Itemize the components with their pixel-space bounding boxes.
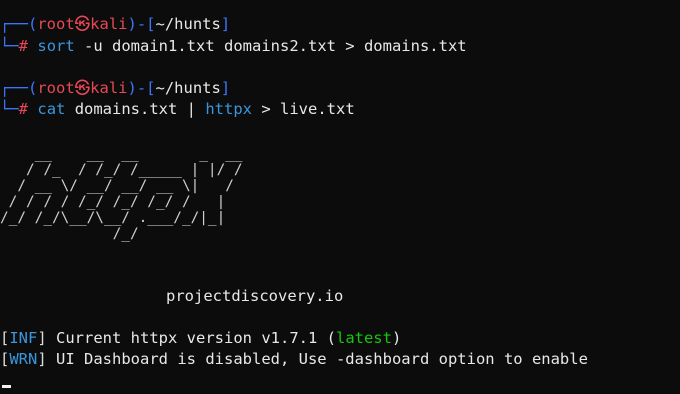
prompt-hash: # <box>18 37 29 55</box>
log-line-info: [INF] Current httpx version v1.7.1 (late… <box>0 329 402 347</box>
prompt-path: ~/hunts <box>155 79 221 97</box>
prompt-frame: )-[ <box>127 15 156 33</box>
ascii-logo-line: __ __ __ _ __ <box>0 146 243 162</box>
terminal-window[interactable]: ┌──(root㉿kali)-[~/hunts] └─# sort -u dom… <box>0 0 680 394</box>
prompt-line-1: ┌──(root㉿kali)-[~/hunts] <box>0 14 230 34</box>
prompt-user: root <box>37 15 75 33</box>
vendor-credit: projectdiscovery.io <box>166 287 344 305</box>
prompt-hash: # <box>18 100 29 118</box>
command-args: > live.txt <box>252 100 355 118</box>
command-name: sort <box>37 37 75 55</box>
ascii-logo-line: / /_ / /_/ /_____ | |/ / <box>0 162 243 178</box>
log-message: UI Dashboard is disabled, Use -dashboard… <box>46 350 588 368</box>
log-tag-inf: INF <box>9 329 38 347</box>
text-cursor <box>2 385 11 388</box>
version-status: latest <box>335 329 392 347</box>
prompt-host: kali <box>90 15 128 33</box>
log-line-warning: [WRN] UI Dashboard is disabled, Use -das… <box>0 350 588 368</box>
command-name: httpx <box>205 100 253 118</box>
prompt-line-2: ┌──(root㉿kali)-[~/hunts] <box>0 78 230 98</box>
prompt-frame: ] <box>220 15 231 33</box>
prompt-host: kali <box>90 79 128 97</box>
log-tag-wrn: WRN <box>9 350 38 368</box>
ascii-logo-line: / / / / /_/ /_/ /_/ / | <box>0 194 243 210</box>
prompt-separator: ㉿ <box>74 79 91 97</box>
prompt-path: ~/hunts <box>155 15 221 33</box>
command-args: -u domain1.txt domains2.txt > domains.tx… <box>74 37 467 55</box>
prompt-separator: ㉿ <box>74 15 91 33</box>
ascii-logo-line: /_/ /_/\__/\__/ .___/_/|_| <box>0 210 243 226</box>
prompt-frame: └─ <box>0 37 19 55</box>
ascii-logo-line: / __ \/ __/ __/ __ \| / <box>0 178 243 194</box>
prompt-frame: ┌──( <box>0 15 38 33</box>
command-line-2: └─# cat domains.txt | httpx > live.txt <box>0 99 355 119</box>
command-args: domains.txt | <box>65 100 206 118</box>
log-message: Current httpx version v1.7.1 ( <box>46 329 336 347</box>
prompt-frame: ] <box>220 79 231 97</box>
ascii-logo-line: /_/ <box>0 226 243 242</box>
command-name: cat <box>37 100 66 118</box>
prompt-user: root <box>37 79 75 97</box>
prompt-frame: ┌──( <box>0 79 38 97</box>
prompt-frame: )-[ <box>127 79 156 97</box>
command-line-1: └─# sort -u domain1.txt domains2.txt > d… <box>0 36 467 56</box>
prompt-frame: └─ <box>0 100 19 118</box>
log-message: ) <box>391 329 402 347</box>
